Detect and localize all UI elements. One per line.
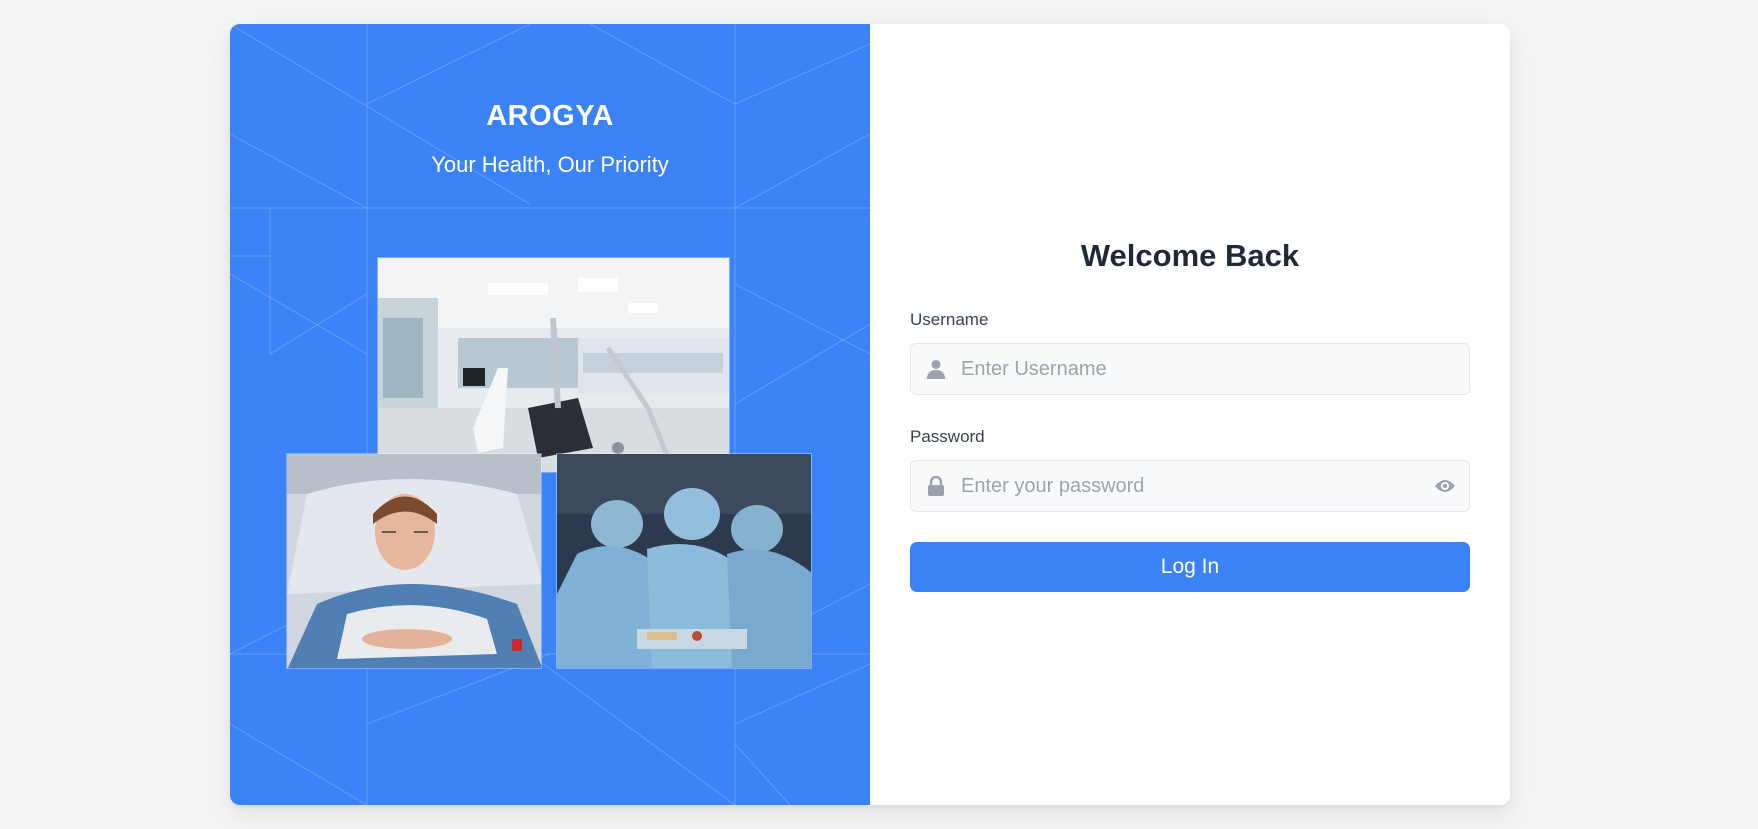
brand-name: AROGYA [486, 100, 614, 132]
brand-panel: AROGYA Your Health, Our Priority [230, 24, 870, 805]
brand-tagline: Your Health, Our Priority [431, 152, 669, 177]
lock-icon [925, 474, 947, 498]
surgery-team-photo [556, 453, 812, 669]
login-card: AROGYA Your Health, Our Priority Welcome… [230, 24, 1510, 805]
password-input[interactable] [961, 461, 1401, 511]
patient-in-bed-photo [286, 453, 542, 669]
user-icon [925, 357, 947, 381]
password-field[interactable] [910, 460, 1470, 512]
login-title: Welcome Back [1080, 238, 1300, 273]
hospital-room-photo [377, 257, 730, 473]
username-input[interactable] [961, 344, 1401, 394]
eye-icon[interactable] [1433, 476, 1457, 496]
login-panel: Welcome Back Username Password [870, 24, 1510, 805]
username-label: Username [910, 310, 989, 329]
login-button[interactable]: Log In [910, 542, 1470, 592]
password-label: Password [910, 427, 985, 446]
username-field[interactable] [910, 343, 1470, 395]
